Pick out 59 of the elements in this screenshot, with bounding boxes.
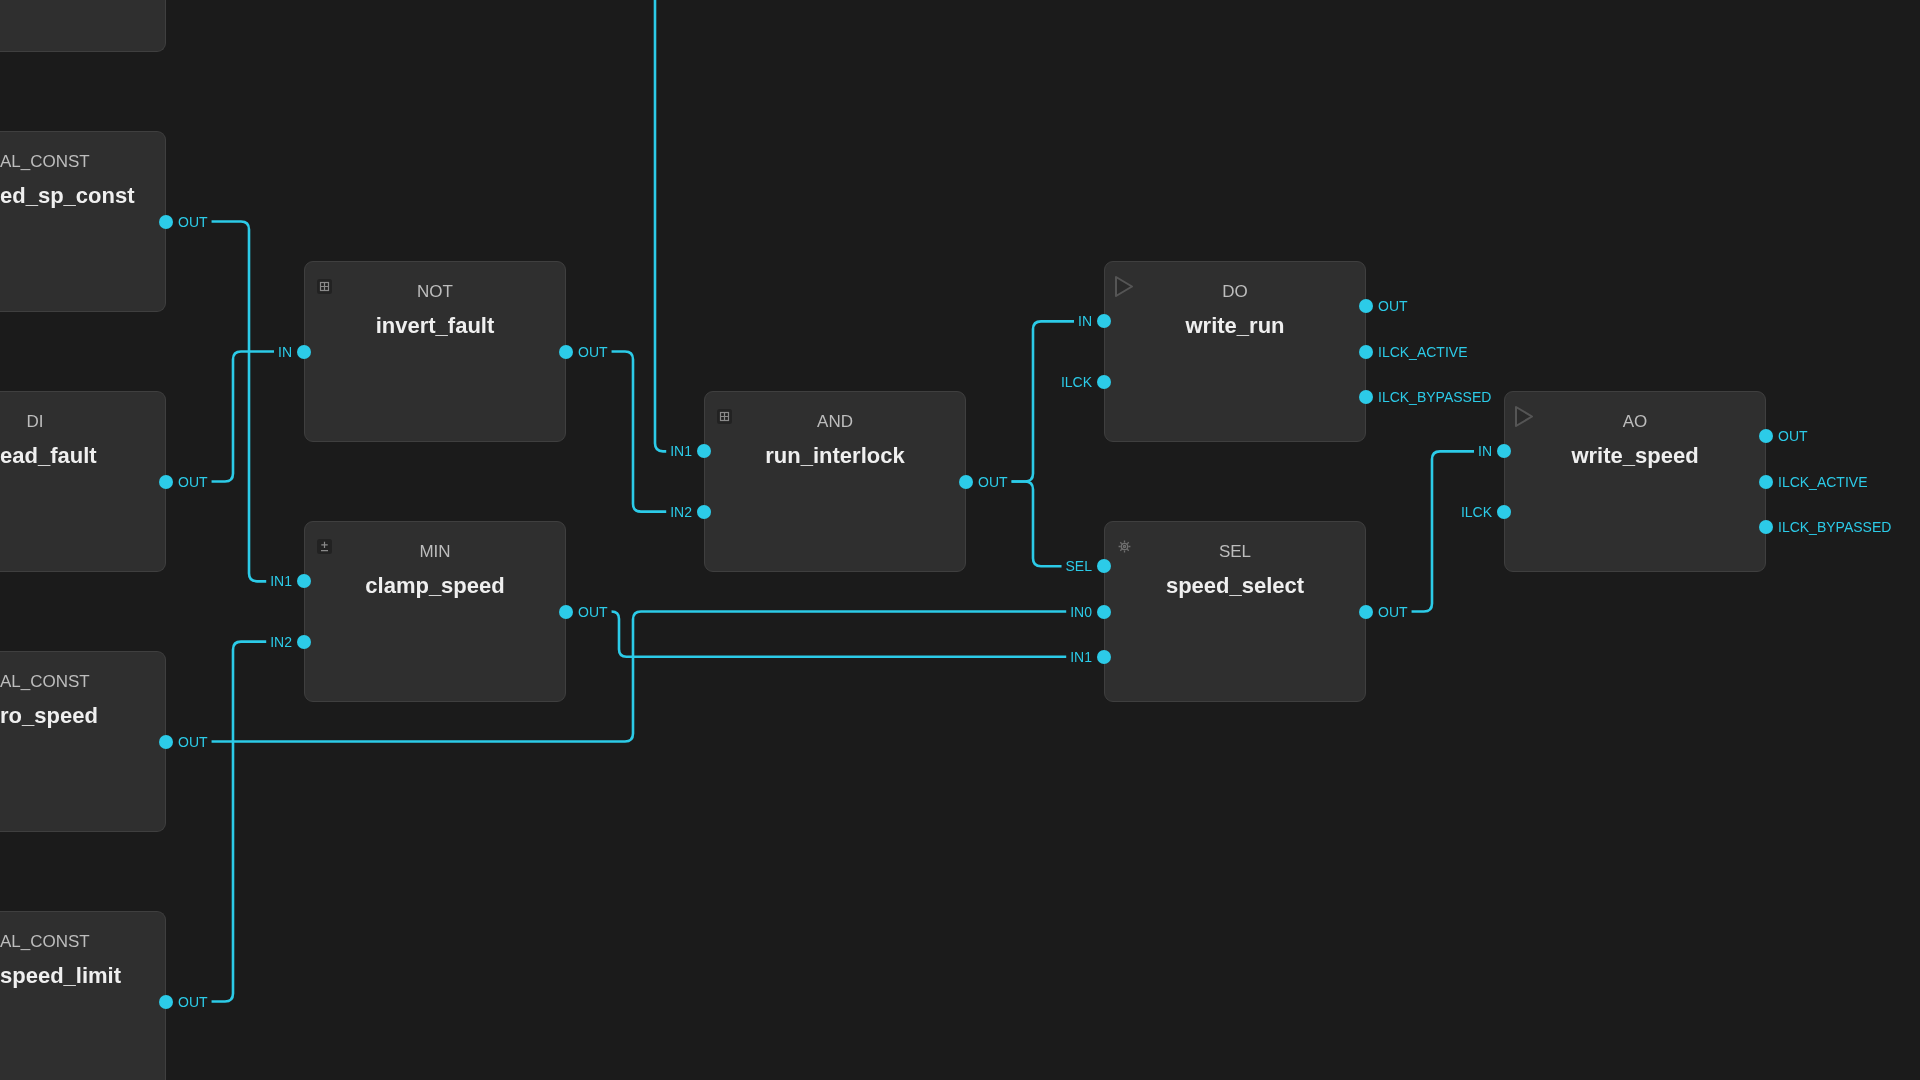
block-type-label: AO: [1622, 411, 1648, 433]
port-label: ILCK_ACTIVE: [1778, 472, 1868, 491]
block-type-label: DI: [26, 411, 44, 433]
function-block[interactable]: [0, 391, 166, 572]
port-label: IN: [1478, 442, 1492, 461]
block-name-label: ed_sp_const: [0, 182, 135, 210]
block-name-label: clamp_speed: [365, 572, 505, 600]
block-type-label: DO: [1222, 281, 1248, 303]
function-block[interactable]: [0, 911, 166, 1080]
port-label: IN1: [670, 442, 692, 461]
block-name-label: ead_fault: [0, 442, 97, 470]
port-label: ILCK: [1460, 502, 1492, 521]
port-label: ILCK_ACTIVE: [1378, 342, 1468, 361]
port-label: OUT: [578, 602, 608, 621]
block-type-label: AL_CONST: [0, 931, 90, 953]
port-label: OUT: [178, 212, 208, 231]
port-label: OUT: [1778, 427, 1808, 446]
port-label: ILCK: [1060, 372, 1092, 391]
block-name-label: write_run: [1185, 312, 1285, 340]
port-label: OUT: [1378, 297, 1408, 316]
port-label: ILCK_BYPASSED: [1378, 387, 1492, 406]
function-block[interactable]: [0, 131, 166, 312]
gear-icon: [1117, 539, 1131, 553]
port-label: IN1: [270, 572, 292, 591]
port-label: OUT: [178, 472, 208, 491]
block-type-label: AL_CONST: [0, 151, 90, 173]
function-block[interactable]: [704, 391, 966, 572]
function-block[interactable]: [1104, 521, 1366, 702]
port-label: OUT: [1378, 602, 1408, 621]
port-label: IN2: [670, 502, 692, 521]
port-label: IN: [278, 342, 292, 361]
block-type-label: SEL: [1218, 541, 1252, 563]
port-label: OUT: [178, 732, 208, 751]
port-label: IN0: [1070, 602, 1092, 621]
block-type-label: AL_CONST: [0, 671, 90, 693]
function-block[interactable]: [304, 521, 566, 702]
port-label: OUT: [978, 472, 1008, 491]
port-label: ILCK_BYPASSED: [1778, 517, 1892, 536]
function-block[interactable]: [1504, 391, 1766, 572]
port-label: IN2: [270, 632, 292, 651]
play-icon: [1114, 274, 1134, 298]
block-type-label: NOT: [417, 281, 453, 303]
port-label: SEL: [1065, 557, 1092, 576]
function-block[interactable]: [1104, 261, 1366, 442]
block-name-label: speed_select: [1165, 572, 1305, 600]
block-name-label: ro_speed: [0, 702, 98, 730]
port-label: IN1: [1070, 647, 1092, 666]
function-block[interactable]: [304, 261, 566, 442]
port-label: IN: [1078, 312, 1092, 331]
function-block[interactable]: [0, 651, 166, 832]
block-name-label: run_interlock: [765, 442, 905, 470]
block-name-label: speed_limit: [0, 962, 122, 990]
port-label: OUT: [578, 342, 608, 361]
block-type-label: MIN: [419, 541, 451, 563]
block-name-label: invert_fault: [375, 312, 495, 340]
port-label: OUT: [178, 992, 208, 1011]
play-icon: [1514, 404, 1534, 428]
block-name-label: write_speed: [1571, 442, 1699, 470]
block-type-label: AND: [817, 411, 853, 433]
